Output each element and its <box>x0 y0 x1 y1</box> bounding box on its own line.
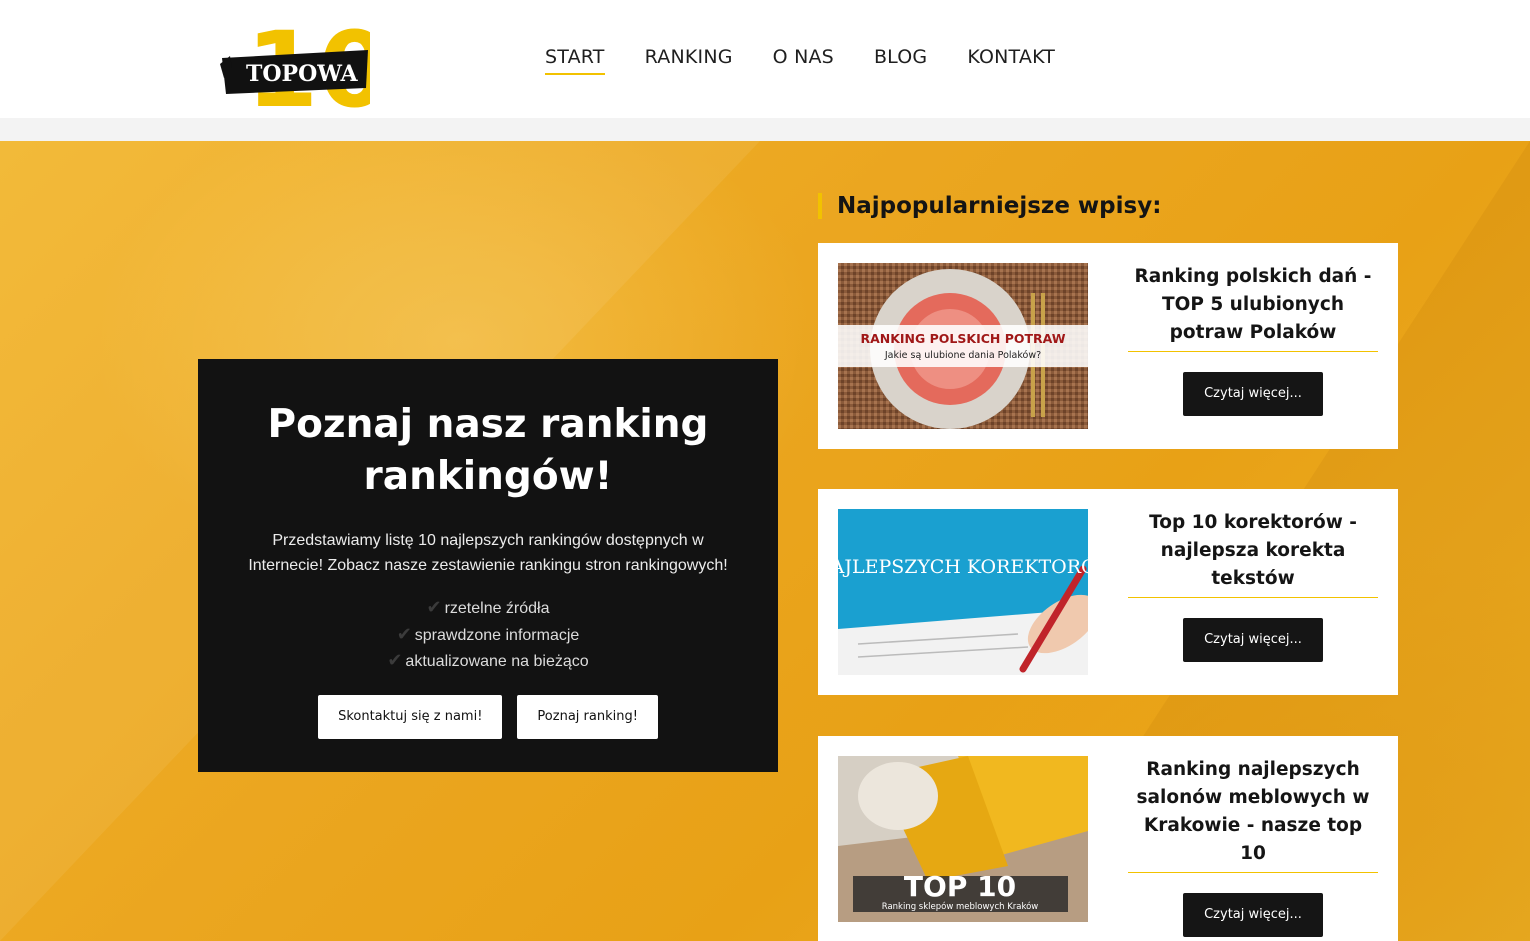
post-card: TOP 10 Ranking sklepów meblowych Kraków … <box>818 736 1398 941</box>
ranking-button[interactable]: Poznaj ranking! <box>517 694 658 739</box>
nav-start[interactable]: START <box>545 46 605 75</box>
promo-description: Przedstawiamy listę 10 najlepszych ranki… <box>248 532 728 574</box>
post-thumbnail-furniture[interactable]: TOP 10 Ranking sklepów meblowych Kraków <box>838 756 1088 922</box>
svg-text:Ranking sklepów meblowych Krak: Ranking sklepów meblowych Kraków <box>882 901 1039 912</box>
post-body: Ranking najlepszych salonów meblowych w … <box>1128 756 1378 937</box>
promo-card: Poznaj nasz ranking rankingów! Przedstaw… <box>198 359 778 772</box>
check-icon: ✔ <box>426 597 442 617</box>
post-title[interactable]: Ranking najlepszych salonów meblowych w … <box>1128 756 1378 873</box>
post-thumbnail-proofreading[interactable]: 10 NAJLEPSZYCH KOREKTORÓW <box>838 509 1088 675</box>
feature-item: ✔ sprawdzone informacje <box>396 623 580 644</box>
feature-item: ✔ rzetelne źródła <box>426 597 550 617</box>
post-body: Top 10 korektorów - najlepsza korekta te… <box>1128 509 1378 662</box>
read-more-button[interactable]: Czytaj więcej... <box>1183 893 1323 937</box>
main-nav: START RANKING O NAS BLOG KONTAKT <box>545 46 1095 75</box>
svg-text:10 NAJLEPSZYCH KOREKTORÓW: 10 NAJLEPSZYCH KOREKTORÓW <box>838 555 1088 578</box>
feature-list: ✔ rzetelne źródła ✔ sprawdzone informacje … <box>198 595 778 675</box>
nav-blog[interactable]: BLOG <box>874 46 927 75</box>
read-more-button[interactable]: Czytaj więcej... <box>1183 372 1323 416</box>
check-icon: ✔ <box>396 623 412 644</box>
post-thumbnail-plate[interactable]: RANKING POLSKICH POTRAW Jakie są ulubion… <box>838 263 1088 429</box>
read-more-button[interactable]: Czytaj więcej... <box>1183 618 1323 662</box>
post-title[interactable]: Top 10 korektorów - najlepsza korekta te… <box>1128 509 1378 598</box>
site-header: 10 TOPOWA START RANKING O NAS BLOG KONTA… <box>0 0 1530 131</box>
post-card: 10 NAJLEPSZYCH KOREKTORÓW Top 10 korekto… <box>818 489 1398 695</box>
post-body: Ranking polskich dań - TOP 5 ulubionych … <box>1128 263 1378 416</box>
popular-posts-heading: Najpopularniejsze wpisy: <box>818 193 1161 219</box>
check-icon: ✔ <box>387 650 403 670</box>
header-divider-strip <box>0 118 1530 141</box>
promo-buttons: Skontaktuj się z nami! Poznaj ranking! <box>198 694 778 739</box>
post-title[interactable]: Ranking polskich dań - TOP 5 ulubionych … <box>1128 263 1378 352</box>
nav-ranking[interactable]: RANKING <box>645 46 733 75</box>
svg-text:Jakie są ulubione dania Polakó: Jakie są ulubione dania Polaków? <box>884 350 1041 361</box>
svg-text:RANKING POLSKICH POTRAW: RANKING POLSKICH POTRAW <box>860 331 1065 346</box>
svg-text:TOP 10: TOP 10 <box>904 870 1016 903</box>
nav-o-nas[interactable]: O NAS <box>773 46 834 75</box>
svg-text:TOPOWA: TOPOWA <box>246 61 359 87</box>
promo-title: Poznaj nasz ranking rankingów! <box>267 402 709 499</box>
post-card: RANKING POLSKICH POTRAW Jakie są ulubion… <box>818 243 1398 449</box>
contact-button[interactable]: Skontaktuj się z nami! <box>318 694 503 739</box>
site-logo[interactable]: 10 TOPOWA <box>220 8 391 131</box>
feature-item: ✔ aktualizowane na bieżąco <box>387 650 589 670</box>
nav-kontakt[interactable]: KONTAKT <box>967 46 1055 75</box>
